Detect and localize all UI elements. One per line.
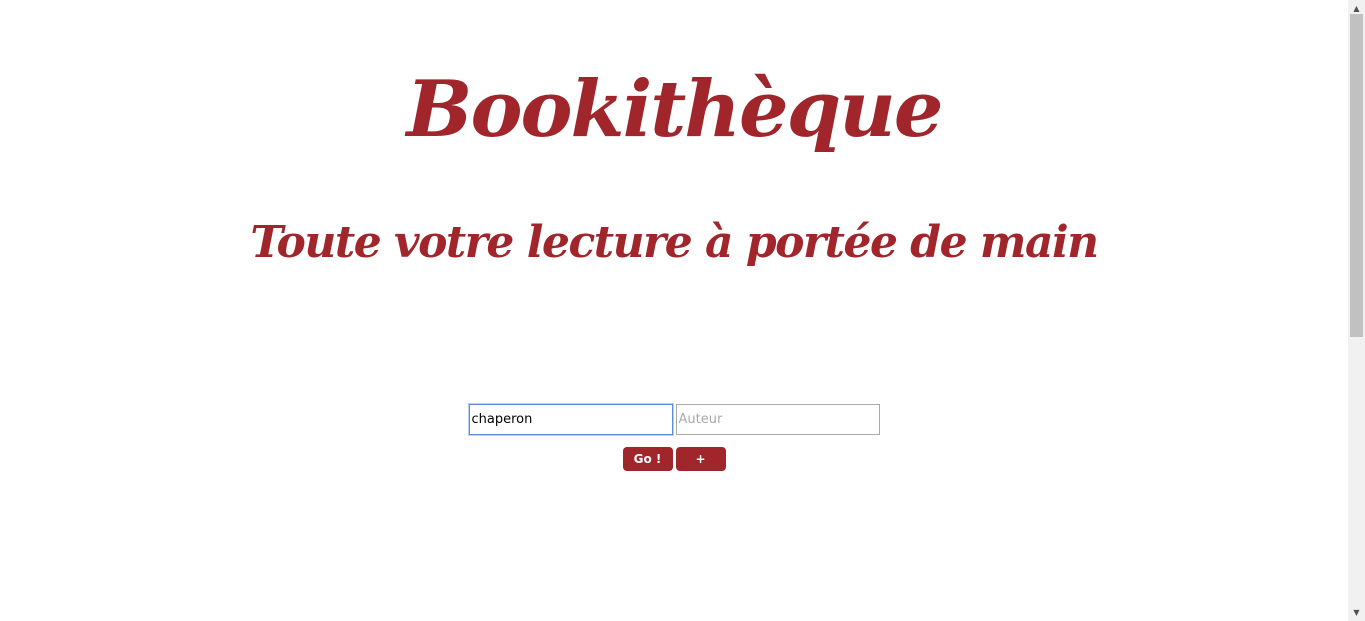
go-button[interactable]: Go ! <box>622 447 673 471</box>
title-search-input[interactable] <box>468 404 673 435</box>
vertical-scrollbar[interactable]: ▲ ▼ <box>1348 0 1365 621</box>
search-inputs-row <box>0 404 1348 435</box>
site-title: Bookithèque <box>406 64 944 155</box>
search-form: Go ! + <box>0 404 1348 471</box>
author-search-input[interactable] <box>675 404 880 435</box>
add-button[interactable]: + <box>675 447 726 471</box>
scroll-down-arrow-icon[interactable]: ▼ <box>1348 604 1365 621</box>
site-tagline: Toute votre lecture à portée de main <box>250 217 1099 268</box>
search-buttons-row: Go ! + <box>0 447 1348 471</box>
scrollbar-thumb[interactable] <box>1350 14 1363 337</box>
page: Bookithèque Toute votre lecture à portée… <box>0 0 1348 621</box>
